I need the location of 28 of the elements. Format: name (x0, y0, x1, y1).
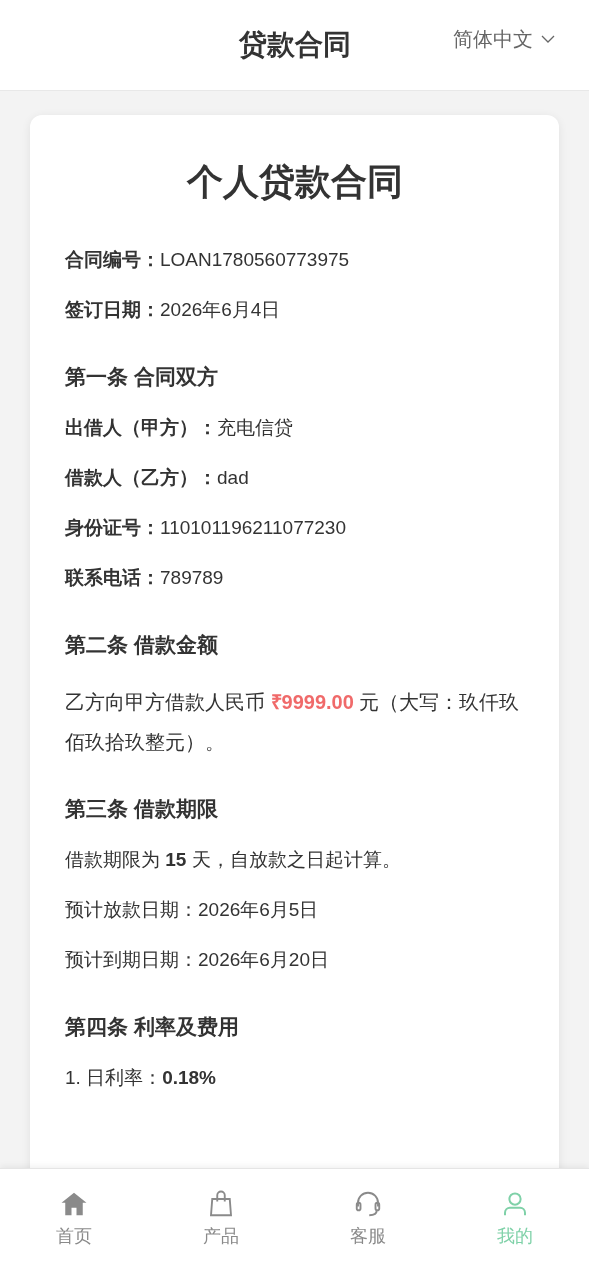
contract-title: 个人贷款合同 (185, 160, 404, 204)
field-label: 借款人（乙方）： (65, 466, 217, 490)
field-value: LOAN1780560773975 (160, 248, 350, 272)
field-value: 充电信贷 (217, 416, 293, 440)
nav-tab[interactable]: 产品 (147, 1169, 295, 1269)
nav-tab[interactable]: 首页 (0, 1169, 148, 1269)
field-value: 110101196211077230 (160, 516, 346, 540)
section-heading: 第一条 合同双方 (65, 364, 219, 390)
field-value: 2026年6月4日 (160, 298, 281, 322)
field-value: 789789 (160, 566, 224, 590)
paragraph: 乙方向甲方借款人民币 ₹9999.00 元（大写：玖仟玖佰玖拾玖整元）。 (65, 690, 521, 755)
language-selector[interactable]: 简体中文 (453, 24, 555, 54)
nav-tab[interactable]: 客服 (294, 1169, 442, 1269)
paragraph: 预计到期日期：2026年6月20日 (65, 948, 330, 972)
field-label: 签订日期： (65, 298, 160, 322)
field-label: 联系电话： (65, 566, 160, 590)
page-title: 贷款合同 (238, 28, 351, 62)
field-label: 出借人（甲方）： (65, 416, 217, 440)
paragraph: 预计放款日期：2026年6月5日 (65, 898, 320, 922)
field-label: 合同编号： (65, 248, 160, 272)
field-label: 身份证号： (65, 516, 160, 540)
section-heading: 第二条 借款金额 (65, 632, 219, 658)
paragraph: 1. 日利率：0.18% (65, 1066, 217, 1090)
nav-tab[interactable]: 我的 (441, 1169, 589, 1269)
paragraph: 借款期限为 15 天，自放款之日起计算。 (65, 848, 402, 872)
section-heading: 第三条 借款期限 (65, 796, 219, 822)
field-value: dad (217, 466, 249, 490)
section-heading: 第四条 利率及费用 (65, 1014, 240, 1040)
